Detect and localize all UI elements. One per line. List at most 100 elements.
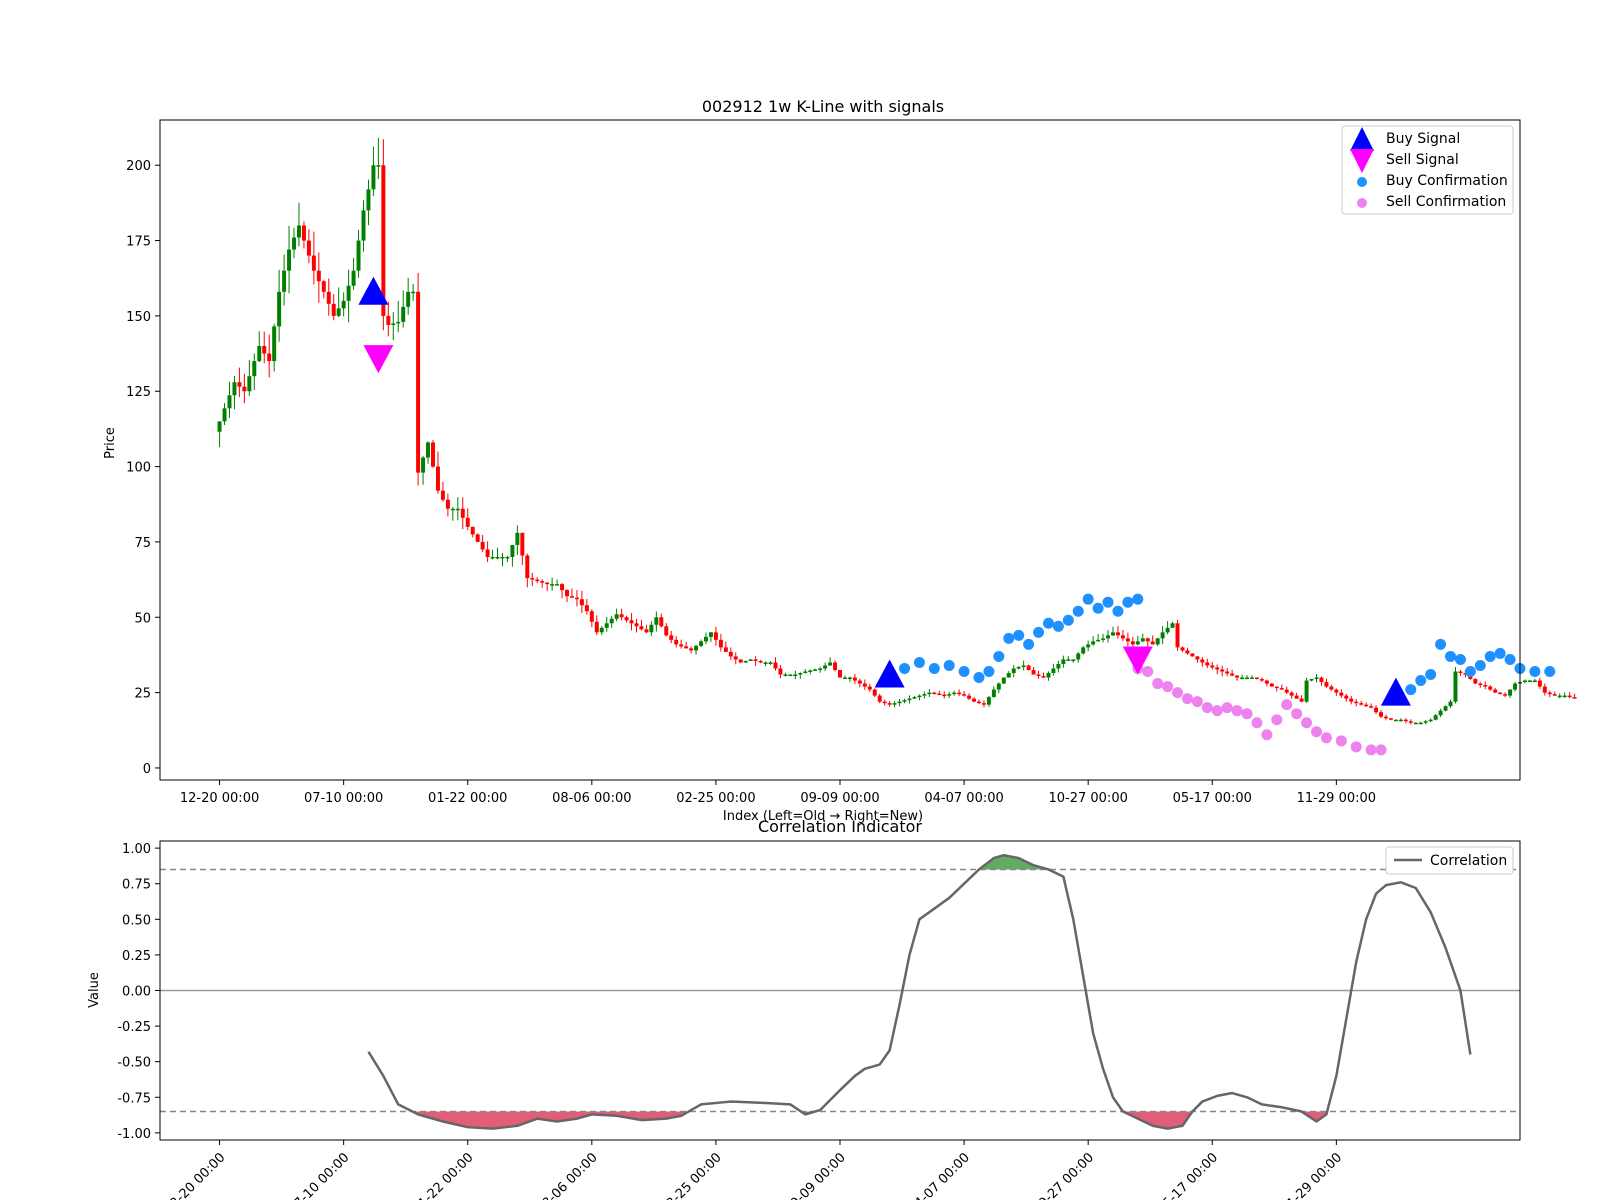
candle-body xyxy=(1155,638,1160,645)
kline-xtick-label: 09-09 00:00 xyxy=(800,791,879,806)
kline-xtick-label: 11-29 00:00 xyxy=(1297,791,1376,806)
candle-body xyxy=(589,611,594,622)
buy-confirmation-point xyxy=(1112,605,1124,617)
candle-body xyxy=(1081,647,1086,654)
candle-body xyxy=(1274,686,1279,689)
candle-body xyxy=(411,291,416,294)
buy-confirmation-point xyxy=(1062,614,1074,626)
candle-body xyxy=(222,408,227,422)
candle-body xyxy=(862,683,867,687)
candle-body xyxy=(803,671,808,674)
corr-ytick-label: -0.50 xyxy=(117,1056,151,1071)
sell-confirmation-point xyxy=(1365,744,1377,756)
candle-body xyxy=(778,668,783,675)
candle-body xyxy=(783,674,788,677)
candle-body xyxy=(1249,677,1254,680)
corr-ylabel: Value xyxy=(87,972,102,1008)
candle-body xyxy=(1334,689,1339,693)
candle-body xyxy=(723,647,728,652)
candle-body xyxy=(1527,680,1532,683)
corr-title: Correlation Indicator xyxy=(758,817,922,836)
candle-body xyxy=(808,670,813,673)
buy-confirmation-point xyxy=(1474,659,1486,671)
sell-confirmation-point xyxy=(1320,732,1332,744)
sell-confirmation-point xyxy=(1152,678,1164,690)
candle-body xyxy=(842,677,847,680)
buy-confirmation-point xyxy=(1102,596,1114,608)
candle-body xyxy=(1269,683,1274,687)
candle-body xyxy=(287,249,292,271)
corr-legend: Correlation xyxy=(1385,846,1514,875)
candle-body xyxy=(247,376,252,392)
candle-body xyxy=(1522,680,1527,683)
candle-body xyxy=(1458,671,1463,674)
candle-body xyxy=(639,626,644,630)
buy-confirmation-point xyxy=(1033,626,1045,638)
legend-buy-confirmation: Buy Confirmation xyxy=(1386,173,1508,189)
candle-body xyxy=(852,677,857,681)
candle-body xyxy=(396,321,401,324)
candle-body xyxy=(1493,689,1498,693)
candle-body xyxy=(1180,647,1185,651)
candle-body xyxy=(1562,695,1567,698)
candle-body xyxy=(922,694,927,696)
corr-ytick-label: 0.25 xyxy=(122,949,151,964)
candle-body xyxy=(1433,715,1438,720)
candle-body xyxy=(912,697,917,699)
candle-body xyxy=(1125,638,1130,642)
corr-ytick-label: 0.50 xyxy=(122,913,151,928)
kline-ytick-label: 25 xyxy=(134,687,151,702)
candle-body xyxy=(485,549,490,557)
candle-body xyxy=(386,315,391,325)
sell-confirmation-point xyxy=(1172,687,1184,699)
candle-body xyxy=(366,189,371,211)
candle-body xyxy=(1200,659,1205,663)
candle-body xyxy=(1210,665,1215,668)
kline-xtick-label: 02-25 00:00 xyxy=(676,791,755,806)
candle-body xyxy=(872,689,877,696)
sell-confirmation-point xyxy=(1271,714,1283,726)
buy-confirmation-point xyxy=(1435,638,1447,650)
candle-body xyxy=(1284,689,1289,693)
legend-correlation: Correlation xyxy=(1430,853,1507,869)
buy-confirmation-point xyxy=(899,662,911,674)
buy-confirmation-point xyxy=(1544,666,1556,678)
candle-body xyxy=(1096,639,1101,642)
candle-body xyxy=(326,291,331,304)
buy-confirmation-point xyxy=(1023,638,1035,650)
candle-body xyxy=(1448,701,1453,707)
candle-body xyxy=(505,556,510,559)
buy-confirmation-point xyxy=(1013,629,1025,641)
candle-body xyxy=(1557,695,1562,698)
candle-body xyxy=(892,703,897,705)
candle-body xyxy=(1294,695,1299,699)
buy-confirmation-point xyxy=(1529,666,1541,678)
candle-body xyxy=(947,694,952,696)
sell-confirmation-point xyxy=(1142,666,1154,678)
sell-confirmation-point xyxy=(1162,681,1174,693)
candle-body xyxy=(828,662,833,666)
candle-body xyxy=(679,644,684,647)
buy-confirmation-point xyxy=(1405,684,1417,696)
candle-body xyxy=(1532,680,1537,683)
candle-body xyxy=(1215,667,1220,670)
corr-xtick-label: 05-17 00:00 xyxy=(1154,1150,1221,1200)
sell-confirmation-point xyxy=(1291,708,1303,720)
candle-body xyxy=(267,353,272,362)
candle-body xyxy=(813,669,818,671)
candle-body xyxy=(768,662,773,664)
candle-body xyxy=(1349,698,1354,702)
candle-body xyxy=(1041,676,1046,678)
candle-body xyxy=(699,641,704,646)
legend-sell-confirmation: Sell Confirmation xyxy=(1386,194,1506,210)
candle-body xyxy=(555,584,560,586)
candle-body xyxy=(311,255,316,271)
candle-body xyxy=(1289,692,1294,696)
candle-body xyxy=(336,308,341,316)
candle-body xyxy=(1359,703,1364,705)
corr-xtick-label: 08-06 00:00 xyxy=(534,1150,601,1200)
candle-body xyxy=(867,686,872,690)
candle-body xyxy=(1379,712,1384,717)
candle-body xyxy=(416,291,421,473)
candle-body xyxy=(421,457,426,473)
